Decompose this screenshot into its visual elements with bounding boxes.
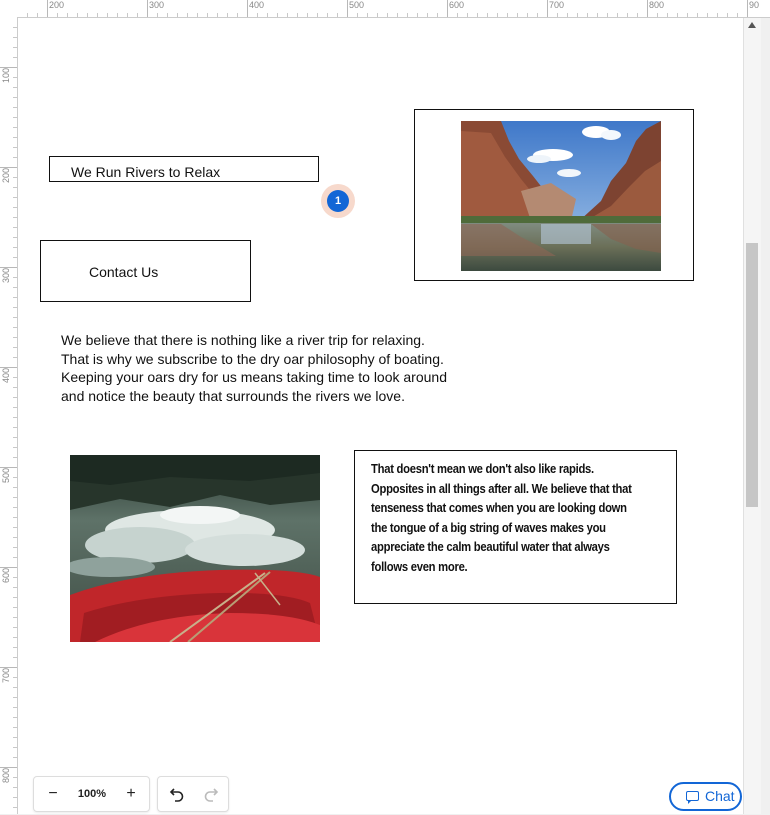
vertical-ruler: 100 200 300 400 500 600 700 800 [0,17,18,814]
canyon-image-frame[interactable] [414,109,694,281]
zoom-out-button[interactable]: − [40,777,66,811]
title-text: We Run Rivers to Relax [71,164,221,180]
ruler-label: 500 [1,467,11,483]
redo-button[interactable] [196,777,226,811]
quote-line: the tongue of a big string of waves make… [371,520,606,535]
canyon-river-image [461,121,661,271]
history-controls [157,776,229,812]
step-badge[interactable]: 1 [327,190,349,212]
quote-line: That doesn't mean we don't also like rap… [371,462,594,476]
quote-line: tenseness that comes when you are lookin… [371,501,627,515]
quote-line: follows even more. [371,559,468,574]
paragraph-line: Keeping your oars dry for us means takin… [61,369,447,385]
scroll-thumb[interactable] [746,243,758,507]
ruler-label: 600 [1,567,11,583]
contact-us-button[interactable]: Contact Us [40,240,251,302]
paragraph-line: We believe that there is nothing like a … [61,332,425,348]
ruler-label: 600 [449,0,465,10]
chat-button[interactable]: Chat [669,782,742,811]
ruler-label: 500 [349,0,365,10]
paragraph-line: and notice the beauty that surrounds the… [61,387,405,404]
ruler-label: 200 [49,0,65,10]
title-textbox[interactable]: We Run Rivers to Relax [49,156,319,182]
chat-label: Chat [705,788,735,804]
ruler-label: 300 [1,267,11,283]
ruler-label: 300 [149,0,165,10]
zoom-level[interactable]: 100% [70,777,114,811]
ruler-label: 200 [1,167,11,183]
quote-line: appreciate the calm beautiful water that… [371,540,610,554]
horizontal-ruler: 200 300 400 500 600 700 800 90 [17,0,770,18]
ruler-label: 800 [649,0,665,10]
vertical-scrollbar[interactable] [743,18,761,814]
contact-us-label: Contact Us [89,264,159,280]
rapids-raft-image[interactable] [70,455,320,642]
ruler-label: 400 [1,367,11,383]
rapids-quote-textbox[interactable]: That doesn't mean we don't also like rap… [354,450,677,604]
ruler-label: 700 [1,667,11,683]
quote-text: That doesn't mean we don't also like rap… [371,460,659,577]
intro-paragraph[interactable]: We believe that there is nothing like a … [61,331,461,405]
scroll-up-arrow-icon[interactable] [748,22,756,28]
chat-icon [686,791,699,804]
quote-line: Opposites in all things after all. We be… [371,481,632,496]
ruler-label: 90 [749,0,760,10]
ruler-corner [0,0,18,18]
ruler-label: 100 [1,67,11,83]
zoom-controls: − 100% + [33,776,150,812]
ruler-label: 700 [549,0,565,10]
ruler-label: 800 [1,767,11,783]
undo-button[interactable] [162,777,192,811]
redo-icon [204,788,219,802]
undo-icon [169,788,184,802]
design-canvas[interactable]: We Run Rivers to Relax Contact Us We bel… [18,18,743,814]
ruler-label: 400 [249,0,265,10]
zoom-in-button[interactable]: + [118,777,144,811]
paragraph-line: That is why we subscribe to the dry oar … [61,350,444,367]
